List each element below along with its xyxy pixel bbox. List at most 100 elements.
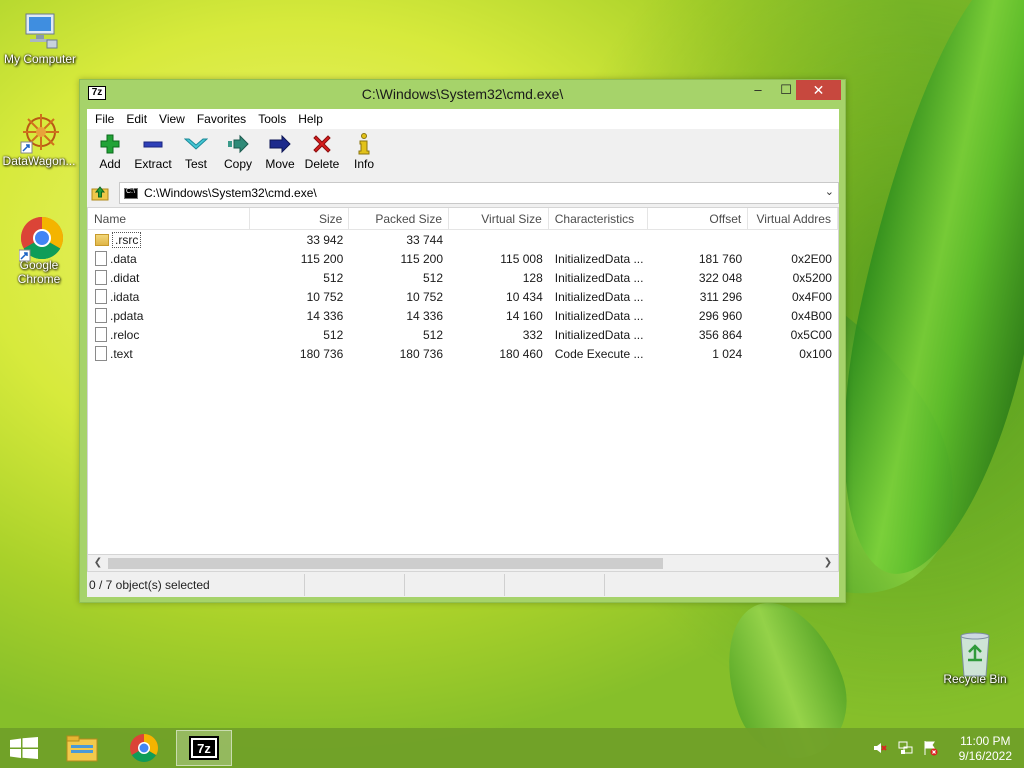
column-header-virtual-size[interactable]: Virtual Size xyxy=(449,208,549,229)
cell-size: 10 752 xyxy=(306,289,344,304)
delete-button[interactable]: Delete xyxy=(301,129,343,177)
taskbar-file-explorer[interactable] xyxy=(54,730,110,766)
start-button[interactable] xyxy=(10,737,38,759)
item-name: .text xyxy=(110,346,133,361)
copy-button[interactable]: Copy xyxy=(217,129,259,177)
path-input[interactable]: C:\Windows\System32\cmd.exe\ ⌄ xyxy=(119,182,839,204)
move-button[interactable]: Move xyxy=(259,129,301,177)
7zip-window: 7z C:\Windows\System32\cmd.exe\ – ☐ ✕ Fi… xyxy=(79,79,846,603)
taskbar-chrome[interactable] xyxy=(116,730,172,766)
window-titlebar[interactable]: 7z C:\Windows\System32\cmd.exe\ – ☐ ✕ xyxy=(80,80,845,108)
check-icon xyxy=(175,133,217,155)
cell-characteristics: InitializedData ... xyxy=(554,251,644,266)
desktop-icon-datawagon[interactable]: DataWagon... xyxy=(0,112,79,168)
minimize-button[interactable]: – xyxy=(744,80,772,100)
column-header-characteristics[interactable]: Characteristics xyxy=(549,208,649,229)
cell-offset: 311 296 xyxy=(699,289,743,304)
file-icon xyxy=(95,327,107,342)
cell-size: 512 xyxy=(323,327,344,342)
test-button[interactable]: Test xyxy=(175,129,217,177)
cell-size: 115 200 xyxy=(300,251,344,266)
cell-offset: 1 024 xyxy=(712,346,743,361)
cell-virtual-size: 332 xyxy=(522,327,543,342)
chrome-icon xyxy=(18,216,64,262)
add-button[interactable]: Add xyxy=(89,129,131,177)
extract-button[interactable]: Extract xyxy=(131,129,175,177)
scroll-left-icon[interactable]: ❮ xyxy=(90,556,106,570)
desktop-icon-my-computer[interactable]: My Computer xyxy=(0,10,80,66)
cell-characteristics: InitializedData ... xyxy=(554,270,644,285)
status-pane xyxy=(505,574,605,596)
action-center-flag-icon[interactable] xyxy=(922,740,938,759)
file-icon xyxy=(95,270,107,285)
cell-characteristics: Code Execute ... xyxy=(554,346,644,361)
desktop-icon-google-chrome[interactable]: Google Chrome xyxy=(0,216,79,286)
desktop-icon-label: My Computer xyxy=(3,52,77,66)
clock[interactable]: 11:00 PM 9/16/2022 xyxy=(959,734,1012,764)
cell-packed-size: 180 736 xyxy=(399,346,444,361)
menu-tools[interactable]: Tools xyxy=(252,112,292,126)
close-button[interactable]: ✕ xyxy=(796,80,841,100)
info-icon xyxy=(343,133,385,155)
info-button[interactable]: Info xyxy=(343,129,385,177)
column-header-size[interactable]: Size xyxy=(250,208,350,229)
cell-packed-size: 10 752 xyxy=(406,289,444,304)
windows-logo-icon xyxy=(10,737,38,759)
table-row[interactable]: .reloc 512 512 332 InitializedData ... 3… xyxy=(88,325,838,344)
scroll-right-icon[interactable]: ❯ xyxy=(820,556,836,570)
cell-virtual-address: 0x4F00 xyxy=(791,289,832,304)
cell-offset: 181 760 xyxy=(698,251,743,266)
table-row[interactable]: .pdata 14 336 14 336 14 160 InitializedD… xyxy=(88,306,838,325)
copy-arrow-icon xyxy=(217,133,259,155)
column-header-name[interactable]: Name xyxy=(88,208,250,229)
table-row[interactable]: .text 180 736 180 736 180 460 Code Execu… xyxy=(88,344,838,363)
scrollbar-thumb[interactable] xyxy=(108,558,663,569)
taskbar: 7z 11:00 PM 9/16/2022 xyxy=(0,728,1024,768)
cell-size: 33 942 xyxy=(306,232,344,247)
menu-view[interactable]: View xyxy=(153,112,191,126)
network-icon[interactable] xyxy=(898,740,914,759)
toolbar: Add Extract Test Copy Move Delete Info xyxy=(87,129,839,179)
table-row[interactable]: .data 115 200 115 200 115 008 Initialize… xyxy=(88,249,838,268)
table-row[interactable]: .didat 512 512 128 InitializedData ... 3… xyxy=(88,268,838,287)
path-text: C:\Windows\System32\cmd.exe\ xyxy=(144,186,317,200)
status-selection: 0 / 7 object(s) selected xyxy=(87,574,305,596)
cell-virtual-size: 115 008 xyxy=(500,251,543,266)
menu-help[interactable]: Help xyxy=(292,112,329,126)
volume-muted-icon[interactable] xyxy=(872,740,888,759)
menu-file[interactable]: File xyxy=(89,112,120,126)
7zip-icon: 7z xyxy=(189,736,219,760)
chevron-down-icon[interactable]: ⌄ xyxy=(825,185,834,198)
cell-virtual-address: 0x2E00 xyxy=(791,251,832,266)
window-title: C:\Windows\System32\cmd.exe\ xyxy=(361,86,564,102)
cell-virtual-address: 0x100 xyxy=(799,346,832,361)
folder-up-icon[interactable] xyxy=(91,184,109,202)
delete-label: Delete xyxy=(304,157,340,171)
status-pane xyxy=(305,574,405,596)
column-header-offset[interactable]: Offset xyxy=(648,208,749,229)
cell-characteristics: InitializedData ... xyxy=(554,289,644,304)
file-list: Name Size Packed Size Virtual Size Chara… xyxy=(87,207,839,555)
menubar: File Edit View Favorites Tools Help xyxy=(87,109,839,129)
table-row[interactable]: .idata 10 752 10 752 10 434 InitializedD… xyxy=(88,287,838,306)
item-name: .idata xyxy=(110,289,140,304)
computer-icon xyxy=(20,10,60,50)
desktop-icon-label: Google Chrome xyxy=(17,258,61,286)
column-header-virtual-address[interactable]: Virtual Addres xyxy=(748,208,838,229)
test-label: Test xyxy=(184,157,207,171)
column-header-packed-size[interactable]: Packed Size xyxy=(349,208,450,229)
move-arrow-icon xyxy=(259,133,301,155)
item-name: .data xyxy=(110,251,137,266)
cell-virtual-address: 0x5200 xyxy=(792,270,832,285)
table-row[interactable]: .rsrc 33 942 33 744 xyxy=(88,230,838,249)
cell-packed-size: 14 336 xyxy=(406,308,444,323)
desktop-icon-recycle-bin[interactable]: Recycle Bin xyxy=(935,630,1015,686)
horizontal-scrollbar[interactable]: ❮ ❯ xyxy=(87,555,839,572)
menu-edit[interactable]: Edit xyxy=(120,112,153,126)
menu-favorites[interactable]: Favorites xyxy=(191,112,252,126)
cell-virtual-size: 14 160 xyxy=(506,308,543,323)
desktop-icon-label: DataWagon... xyxy=(2,154,76,168)
taskbar-7zip[interactable]: 7z xyxy=(176,730,232,766)
file-icon xyxy=(95,346,107,361)
add-label: Add xyxy=(99,157,121,171)
